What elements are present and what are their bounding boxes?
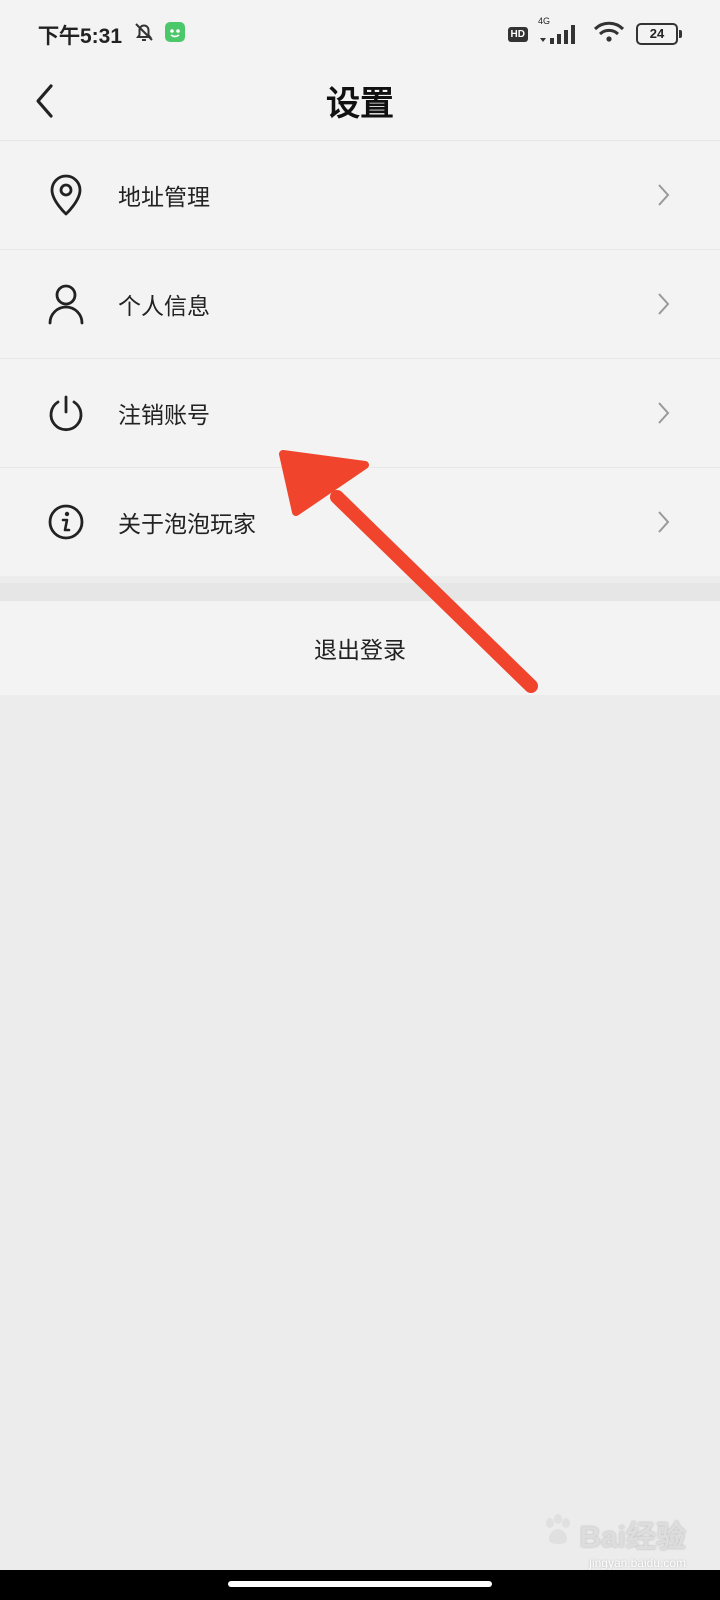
power-icon xyxy=(44,391,88,435)
wifi-icon xyxy=(592,20,626,48)
chevron-right-icon xyxy=(656,180,676,210)
home-indicator[interactable] xyxy=(228,1581,492,1587)
person-icon xyxy=(44,282,88,326)
bell-off-icon xyxy=(132,20,156,48)
chevron-right-icon xyxy=(656,398,676,428)
menu-item-address[interactable]: 地址管理 xyxy=(0,141,720,250)
menu-label: 地址管理 xyxy=(118,185,210,211)
hd-badge: HD xyxy=(507,26,528,42)
menu-label: 个人信息 xyxy=(118,294,210,320)
menu-item-deactivate-account[interactable]: 注销账号 xyxy=(0,359,720,468)
header: 设置 xyxy=(0,70,720,141)
section-divider xyxy=(0,583,720,601)
location-pin-icon xyxy=(44,173,88,217)
watermark-site: jingyan.baidu.com xyxy=(589,1556,686,1570)
menu-item-personal-info[interactable]: 个人信息 xyxy=(0,250,720,359)
menu-label: 关于泡泡玩家 xyxy=(118,512,256,538)
info-icon xyxy=(44,500,88,544)
watermark: Bai经验 jingyan.baidu.com xyxy=(541,1512,686,1570)
app-notification-icon xyxy=(164,21,186,47)
baidu-logo: Bai经验 xyxy=(541,1512,686,1556)
chevron-right-icon xyxy=(656,289,676,319)
chevron-right-icon xyxy=(656,507,676,537)
menu-item-about[interactable]: 关于泡泡玩家 xyxy=(0,468,720,576)
status-right-icons: HD 4G 24 xyxy=(507,16,682,48)
page-title: 设置 xyxy=(326,84,394,124)
logout-label: 退出登录 xyxy=(314,638,406,664)
status-time: 下午5:31 xyxy=(38,25,123,48)
navigation-bar xyxy=(0,1570,720,1600)
logout-button[interactable]: 退出登录 xyxy=(0,601,720,695)
status-left-icons xyxy=(132,20,186,48)
menu-label: 注销账号 xyxy=(118,403,210,429)
status-bar: 下午5:31 HD 4G 24 xyxy=(0,0,720,70)
battery-icon: 24 xyxy=(636,23,682,45)
signal-icon: 4G xyxy=(538,16,582,46)
watermark-logo-text: Bai经验 xyxy=(579,1521,686,1554)
baidu-paw-icon xyxy=(541,1513,575,1555)
settings-menu: 地址管理 个人信息 注销账号 关于泡泡玩家 xyxy=(0,141,720,576)
